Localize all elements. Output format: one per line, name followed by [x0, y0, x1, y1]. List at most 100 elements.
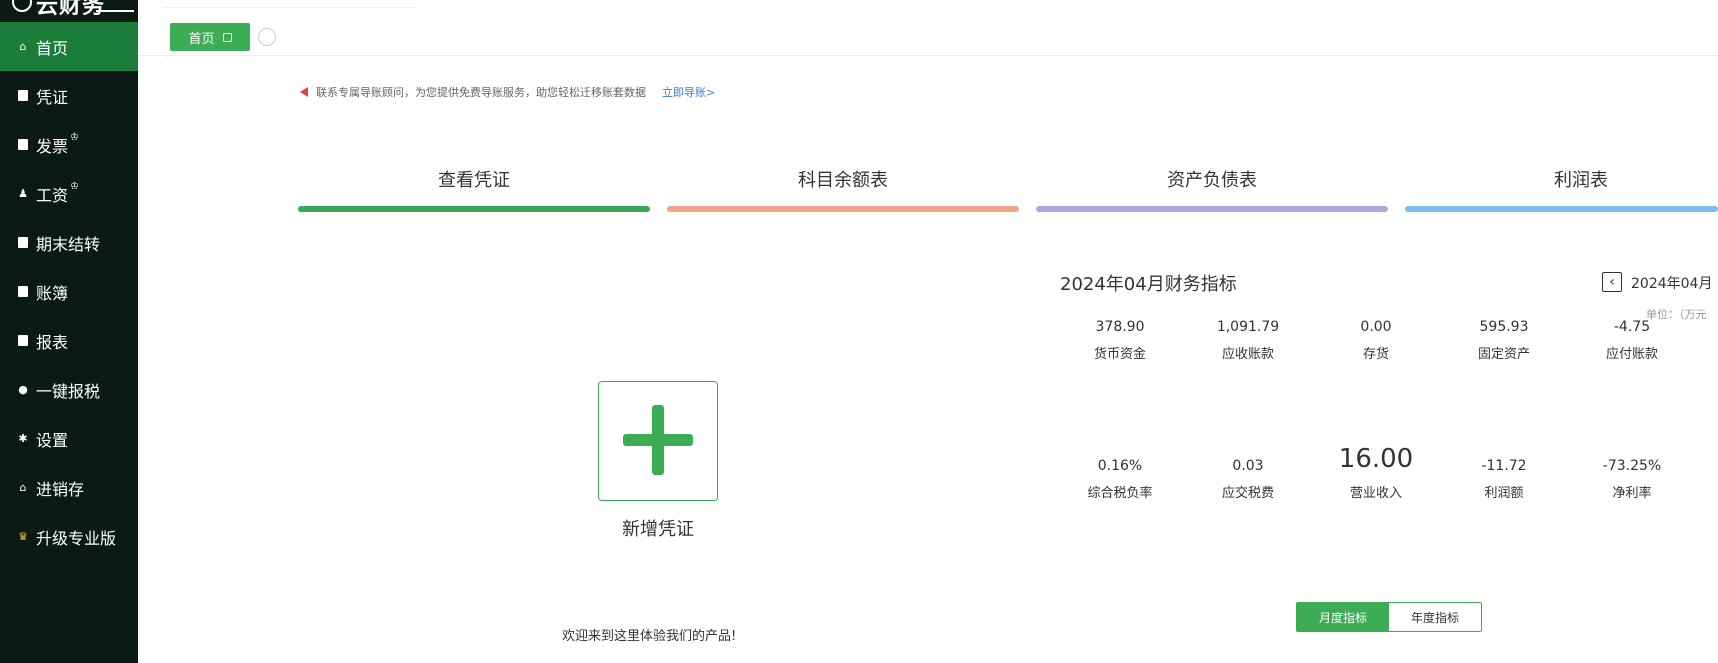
crown-icon: ♔: [70, 181, 79, 192]
sidebar-item-label: 期末结转: [36, 234, 101, 254]
tab-home-label: 首页: [188, 31, 215, 47]
sidebar-item-invoice[interactable]: 发票 ♔: [0, 120, 138, 169]
metric-inventory: 0.00 存货: [1316, 319, 1436, 362]
quick-link-view-voucher[interactable]: 查看凭证: [298, 156, 650, 212]
sidebar-item-label: 进销存: [36, 479, 85, 499]
metric-label: 货币资金: [1093, 347, 1146, 362]
inventory-icon: ⌂: [19, 481, 27, 494]
metric-label: 利润额: [1484, 486, 1524, 501]
add-voucher-button[interactable]: [598, 381, 718, 501]
tab-bar: 首页: [138, 0, 1718, 56]
upgrade-crown-icon: ♛: [18, 530, 28, 543]
tax-icon: ●: [18, 383, 28, 396]
quick-link-label: 资产负债表: [1167, 170, 1257, 191]
metric-value: 16.00: [1338, 444, 1414, 474]
metric-revenue: 16.00 营业收入: [1316, 444, 1436, 501]
metric-value: 0.03: [1232, 458, 1264, 474]
welcome-text: 欢迎来到这里体验我们的产品!: [562, 629, 737, 644]
metric-label: 综合税负率: [1087, 486, 1153, 501]
sidebar-nav: ⌂ 首页 凭证 发票 ♔ ♟ 工资 ♔ 期末结转 账簿 报表 ● 一键报税 ✱ …: [0, 22, 138, 561]
period-end-icon: [16, 236, 30, 250]
quick-link-label: 科目余额表: [798, 170, 888, 191]
metric-value: 0.00: [1360, 319, 1392, 335]
sidebar-item-label: 工资: [36, 185, 69, 205]
sidebar-item-upgrade[interactable]: ♛ 升级专业版: [0, 512, 138, 561]
sidebar-item-settings[interactable]: ✱ 设置: [0, 414, 138, 463]
metric-label: 应交税费: [1221, 486, 1274, 501]
speaker-icon: [300, 87, 308, 97]
sidebar-item-label: 首页: [36, 38, 69, 58]
brand-name: 云财务: [36, 0, 106, 18]
metric-value: 0.16%: [1097, 458, 1143, 474]
app-logo: 云财务: [0, 0, 138, 18]
period-selector[interactable]: 2024年04月: [1631, 273, 1712, 293]
sidebar-item-label: 账簿: [36, 283, 69, 303]
sidebar-item-label: 一键报税: [36, 381, 101, 401]
sidebar-item-salary[interactable]: ♟ 工资 ♔: [0, 169, 138, 218]
metric-value: 595.93: [1479, 319, 1529, 335]
sidebar-item-label: 设置: [36, 430, 69, 450]
quick-link-label: 查看凭证: [438, 170, 510, 191]
sidebar: 云财务 ⌂ 首页 凭证 发票 ♔ ♟ 工资 ♔ 期末结转 账簿 报表 ● 一键报…: [0, 0, 138, 663]
sidebar-item-period-end[interactable]: 期末结转: [0, 218, 138, 267]
report-icon: [16, 334, 30, 348]
metric-profit: -11.72 利润额: [1444, 458, 1564, 501]
finance-title: 2024年04月财务指标: [1060, 274, 1237, 295]
indicator-tabs: 月度指标 年度指标: [1296, 602, 1482, 632]
metric-net-margin: -73.25% 净利率: [1572, 458, 1692, 501]
tab-monthly-indicators[interactable]: 月度指标: [1297, 603, 1389, 631]
sidebar-item-inventory[interactable]: ⌂ 进销存: [0, 463, 138, 512]
metric-label: 营业收入: [1349, 486, 1402, 501]
quick-link-income-statement[interactable]: 利润表: [1405, 156, 1718, 212]
sidebar-item-home[interactable]: ⌂ 首页: [0, 22, 138, 71]
add-voucher-label: 新增凭证: [622, 519, 694, 540]
refresh-icon[interactable]: [222, 32, 232, 42]
settings-icon: ✱: [18, 432, 28, 445]
logo-icon: [12, 0, 32, 12]
invoice-icon: [16, 138, 30, 152]
ledger-icon: [16, 285, 30, 299]
sidebar-item-voucher[interactable]: 凭证: [0, 71, 138, 120]
quick-link-bar: [1036, 206, 1388, 212]
metric-value: -11.72: [1481, 458, 1527, 474]
sidebar-item-ledger[interactable]: 账簿: [0, 267, 138, 316]
metric-label: 固定资产: [1477, 347, 1530, 362]
metric-receivables: 1,091.79 应收账款: [1188, 319, 1308, 362]
sidebar-item-label: 报表: [36, 332, 69, 352]
metric-fixed-assets: 595.93 固定资产: [1444, 319, 1564, 362]
notice-text: 联系专属导账顾问，为您提供免费导账服务，助您轻松迁移账套数据: [316, 86, 646, 99]
metric-taxes-payable: 0.03 应交税费: [1188, 458, 1308, 501]
metric-value: 378.90: [1095, 319, 1145, 335]
quick-link-label: 利润表: [1554, 170, 1608, 191]
sidebar-item-tax[interactable]: ● 一键报税: [0, 365, 138, 414]
metric-label: 应付账款: [1605, 347, 1658, 362]
sidebar-item-label: 发票: [36, 136, 69, 156]
metric-tax-burden: 0.16% 综合税负率: [1060, 458, 1180, 501]
import-now-link[interactable]: 立即导账>: [662, 84, 715, 100]
metric-value: -73.25%: [1602, 458, 1662, 474]
metric-value: -4.75: [1613, 319, 1651, 335]
home-icon: ⌂: [19, 40, 27, 53]
notice-bar: 联系专属导账顾问，为您提供免费导账服务，助您轻松迁移账套数据 立即导账>: [300, 84, 715, 100]
sidebar-item-report[interactable]: 报表: [0, 316, 138, 365]
metric-value: 1,091.79: [1216, 319, 1280, 335]
tab-home[interactable]: 首页: [170, 23, 250, 51]
quick-link-bar: [298, 206, 650, 212]
salary-icon: ♟: [18, 187, 28, 200]
main-content: 联系专属导账顾问，为您提供免费导账服务，助您轻松迁移账套数据 立即导账> 查看凭…: [138, 56, 1718, 663]
metric-label: 应收账款: [1221, 347, 1274, 362]
sidebar-item-label: 凭证: [36, 87, 69, 107]
metric-cash: 378.90 货币资金: [1060, 319, 1180, 362]
chevron-left-icon[interactable]: ‹: [1602, 272, 1622, 292]
metric-label: 存货: [1362, 347, 1389, 362]
tab-more-icon[interactable]: [258, 28, 276, 46]
tab-yearly-indicators[interactable]: 年度指标: [1389, 603, 1481, 631]
quick-link-account-balance[interactable]: 科目余额表: [667, 156, 1019, 212]
metric-label: 净利率: [1612, 486, 1652, 501]
metric-payables: -4.75 应付账款: [1572, 319, 1692, 362]
quick-link-balance-sheet[interactable]: 资产负债表: [1036, 156, 1388, 212]
quick-link-bar: [667, 206, 1019, 212]
sidebar-item-label: 升级专业版: [36, 528, 117, 548]
quick-link-bar: [1405, 206, 1718, 212]
voucher-icon: [16, 89, 30, 103]
